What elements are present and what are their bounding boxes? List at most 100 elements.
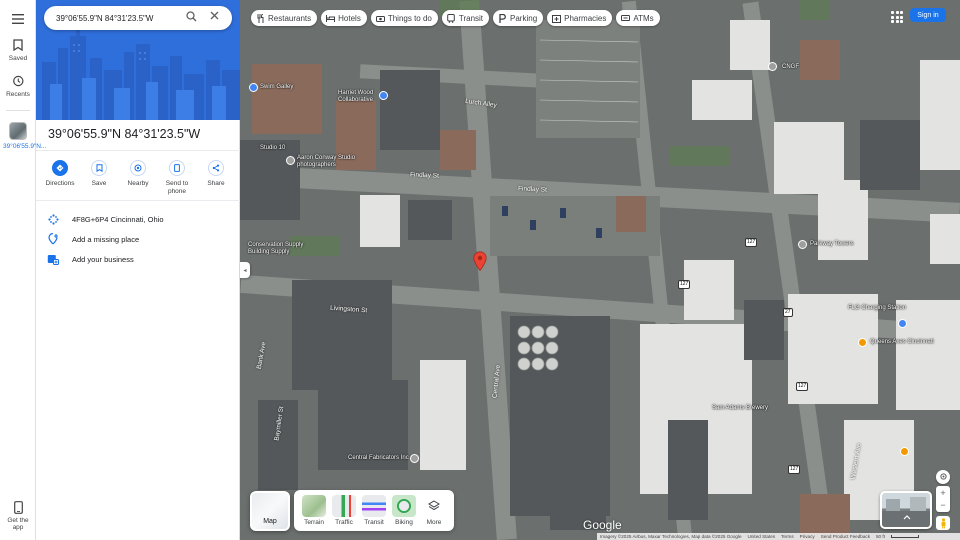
pharmacy-icon bbox=[552, 14, 562, 23]
hero-image bbox=[36, 0, 240, 120]
scale-label[interactable]: 50 ft bbox=[876, 534, 885, 539]
route-shield: 127 bbox=[796, 382, 809, 391]
poi-marker[interactable] bbox=[410, 454, 419, 463]
my-location-button[interactable] bbox=[936, 470, 950, 484]
poi-label[interactable]: Sam Adams Brewery bbox=[712, 405, 768, 411]
google-logo: Google bbox=[583, 518, 622, 532]
feedback-link[interactable]: Send Product Feedback bbox=[821, 534, 870, 539]
add-business-row[interactable]: Add your business bbox=[46, 251, 236, 267]
add-business-text: Add your business bbox=[72, 254, 134, 264]
chip-restaurants[interactable]: Restaurants bbox=[251, 10, 318, 26]
layer-label: More bbox=[426, 519, 442, 526]
parking-icon bbox=[498, 13, 507, 23]
poi-marker[interactable] bbox=[798, 240, 807, 249]
chip-label: Parking bbox=[510, 13, 538, 23]
add-missing-place-row[interactable]: Add a missing place bbox=[46, 231, 236, 247]
street-label: Findlay St bbox=[409, 171, 440, 180]
chip-hotels[interactable]: Hotels bbox=[321, 10, 367, 26]
search-input[interactable] bbox=[56, 13, 176, 23]
chip-label: Pharmacies bbox=[564, 13, 607, 23]
layer-biking[interactable]: Biking bbox=[392, 495, 416, 526]
pegman-icon[interactable] bbox=[936, 516, 950, 530]
recent-place-label: 39°06'55.9"N... bbox=[3, 143, 47, 150]
menu-button[interactable] bbox=[0, 12, 36, 29]
chevron-left-icon: ◂ bbox=[243, 267, 247, 274]
business-icon bbox=[46, 252, 60, 266]
poi-marker[interactable] bbox=[286, 156, 295, 165]
sign-in-button[interactable]: Sign in bbox=[910, 8, 946, 22]
terms-link[interactable]: Terms bbox=[781, 534, 794, 539]
red-pin-icon bbox=[473, 251, 487, 272]
collapse-panel-button[interactable]: ◂ bbox=[240, 262, 250, 278]
chip-atms[interactable]: ATMs bbox=[616, 10, 660, 26]
close-icon[interactable] bbox=[210, 11, 224, 25]
google-apps-icon[interactable] bbox=[889, 9, 903, 23]
get-app-button[interactable]: Get the app bbox=[0, 500, 36, 531]
plus-code-text: 4F8G+6P4 Cincinnati, Ohio bbox=[72, 214, 164, 224]
chip-parking[interactable]: Parking bbox=[493, 10, 544, 26]
saved-button[interactable]: Saved bbox=[0, 38, 36, 62]
poi-label[interactable]: Queens Axes Cincinnati bbox=[870, 339, 934, 345]
add-location-icon bbox=[46, 232, 60, 246]
layer-transit[interactable]: Transit bbox=[362, 495, 386, 526]
hamburger-menu-icon bbox=[11, 12, 25, 26]
poi-marker[interactable] bbox=[379, 91, 388, 100]
country-link[interactable]: United States bbox=[748, 534, 776, 539]
poi-label[interactable]: Harriet Wood Collaborative bbox=[338, 90, 380, 103]
send-to-phone-label: Send to phone bbox=[165, 180, 189, 196]
divider bbox=[36, 200, 240, 201]
poi-label[interactable]: FLG Charging Station bbox=[848, 305, 906, 311]
phone-icon bbox=[169, 160, 185, 176]
atm-icon bbox=[621, 14, 631, 23]
imagery-attribution: Imagery ©2025 Airbus, Maxar Technologies… bbox=[600, 534, 742, 539]
category-chips: Restaurants Hotels Things to do Transit … bbox=[251, 10, 660, 26]
route-shield: 127 bbox=[678, 280, 691, 289]
poi-label[interactable]: Central Fabricators Inc bbox=[348, 455, 409, 461]
privacy-link[interactable]: Privacy bbox=[800, 534, 815, 539]
poi-label[interactable]: CNGF bbox=[782, 64, 799, 70]
chip-things-to-do[interactable]: Things to do bbox=[370, 10, 438, 26]
layer-more[interactable]: More bbox=[422, 495, 446, 526]
chip-label: Transit bbox=[458, 13, 484, 23]
chip-pharmacies[interactable]: Pharmacies bbox=[547, 10, 613, 26]
street-view-thumbnail[interactable] bbox=[880, 491, 932, 529]
search-icon[interactable] bbox=[186, 11, 200, 25]
share-button[interactable]: Share bbox=[198, 160, 234, 196]
poi-label[interactable]: Studio 10 bbox=[260, 145, 285, 151]
chip-transit[interactable]: Transit bbox=[441, 10, 490, 26]
recent-place-thumbnail bbox=[9, 122, 27, 140]
search-box[interactable] bbox=[44, 6, 232, 30]
chip-label: Hotels bbox=[338, 13, 361, 23]
action-bar: Directions Save Nearby Send to phone Sha… bbox=[42, 160, 234, 196]
nearby-button[interactable]: Nearby bbox=[120, 160, 156, 196]
poi-marker[interactable] bbox=[768, 62, 777, 71]
save-button[interactable]: Save bbox=[81, 160, 117, 196]
poi-label[interactable]: Conservation Supply Building Supply bbox=[248, 242, 308, 255]
layer-label: Biking bbox=[395, 519, 413, 526]
map-view-toggle[interactable]: Map bbox=[250, 491, 290, 531]
poi-label[interactable]: Parkway Towers bbox=[810, 241, 854, 247]
recent-place-item[interactable]: 39°06'55.9"N... bbox=[0, 122, 47, 150]
zoom-out-button[interactable]: − bbox=[940, 499, 945, 511]
poi-marker[interactable] bbox=[898, 319, 907, 328]
layer-traffic[interactable]: Traffic bbox=[332, 495, 356, 526]
recents-label: Recents bbox=[6, 91, 30, 98]
poi-label[interactable]: Swim Galley bbox=[260, 84, 293, 90]
send-to-phone-button[interactable]: Send to phone bbox=[159, 160, 195, 196]
poi-marker[interactable] bbox=[249, 83, 258, 92]
poi-marker[interactable] bbox=[900, 447, 909, 456]
add-missing-place-text: Add a missing place bbox=[72, 234, 140, 244]
plus-code-row[interactable]: 4F8G+6P4 Cincinnati, Ohio bbox=[46, 211, 236, 227]
directions-button[interactable]: Directions bbox=[42, 160, 78, 196]
phone-icon bbox=[11, 500, 25, 514]
camera-icon bbox=[375, 14, 385, 23]
poi-marker[interactable] bbox=[858, 338, 867, 347]
transit-icon bbox=[447, 13, 456, 23]
poi-label[interactable]: Aaron Conway Studio photographers bbox=[297, 155, 369, 168]
nearby-label: Nearby bbox=[127, 180, 149, 187]
recents-button[interactable]: Recents bbox=[0, 74, 36, 98]
layer-terrain[interactable]: Terrain bbox=[302, 495, 326, 526]
traffic-thumbnail-icon bbox=[332, 495, 356, 517]
location-pin[interactable] bbox=[473, 251, 487, 274]
zoom-in-button[interactable]: + bbox=[940, 487, 945, 499]
